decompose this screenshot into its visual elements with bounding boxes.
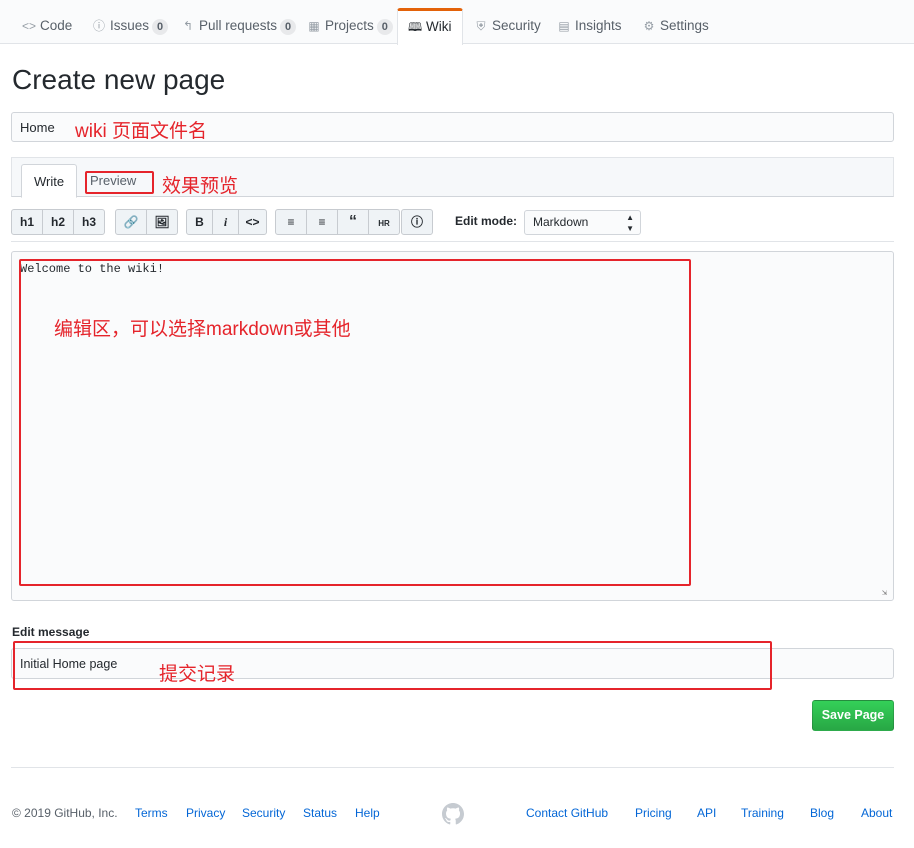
repo-nav: <> Code ⓘ Issues 0 ↰ Pull requests 0 ▦ Project… xyxy=(0,0,914,45)
footer-link-training[interactable]: Training xyxy=(741,806,784,820)
tab-projects-label: Projects xyxy=(325,18,374,33)
tab-write[interactable]: Write xyxy=(21,164,78,198)
save-page-button[interactable]: Save Page xyxy=(812,700,894,731)
edit-message-label: Edit message xyxy=(12,625,90,639)
footer-divider xyxy=(11,767,894,768)
tab-pull-requests-label: Pull requests xyxy=(199,18,278,33)
footer-copyright: © 2019 GitHub, Inc. xyxy=(12,806,118,820)
quote-button[interactable]: “ xyxy=(337,209,369,235)
footer-link-api[interactable]: API xyxy=(697,806,716,820)
footer-link-about[interactable]: About xyxy=(861,806,892,820)
edit-mode-label: Edit mode: xyxy=(455,214,517,228)
tab-insights-label: Insights xyxy=(575,18,622,33)
graph-icon: ▤ xyxy=(558,19,570,33)
unordered-list-button[interactable]: ≡ xyxy=(275,209,307,235)
footer-link-blog[interactable]: Blog xyxy=(810,806,834,820)
header-buttons: h1 h2 h3 xyxy=(11,209,105,235)
insert-buttons: 🔗 🖼 xyxy=(115,209,178,235)
projects-counter: 0 xyxy=(376,19,393,35)
code-button[interactable]: <> xyxy=(238,209,267,235)
horizontal-rule-icon: HR xyxy=(378,219,390,228)
image-button[interactable]: 🖼 xyxy=(146,209,178,235)
link-button[interactable]: 🔗 xyxy=(115,209,147,235)
tab-code[interactable]: <> Code xyxy=(12,8,82,44)
ordered-list-button[interactable]: ≡ xyxy=(306,209,338,235)
edit-mode-select[interactable]: Markdown ▲ ▼ xyxy=(524,210,641,235)
horizontal-rule-button[interactable]: HR xyxy=(368,209,400,235)
tab-wiki-label: Wiki xyxy=(426,19,452,34)
annotation-commit-box xyxy=(13,641,772,690)
footer-link-pricing[interactable]: Pricing xyxy=(635,806,672,820)
annotation-commit: 提交记录 xyxy=(159,664,236,685)
annotation-page-name: wiki 页面文件名 xyxy=(75,121,207,142)
pull-requests-counter: 0 xyxy=(280,19,297,35)
select-arrows-icon: ▲ ▼ xyxy=(626,213,634,233)
footer-link-status[interactable]: Status xyxy=(303,806,337,820)
tab-settings-label: Settings xyxy=(660,18,709,33)
annotation-preview-box xyxy=(85,171,154,194)
footer-link-security[interactable]: Security xyxy=(242,806,285,820)
bold-button[interactable]: B xyxy=(186,209,213,235)
tab-pull-requests[interactable]: ↰ Pull requests 0 xyxy=(171,8,306,44)
footer-link-contact[interactable]: Contact GitHub xyxy=(526,806,608,820)
footer-link-help[interactable]: Help xyxy=(355,806,380,820)
help-buttons: ⓘ xyxy=(401,209,433,235)
footer-link-terms[interactable]: Terms xyxy=(135,806,168,820)
italic-button[interactable]: i xyxy=(212,209,239,235)
h3-button[interactable]: h3 xyxy=(73,209,105,235)
annotation-editor-box xyxy=(19,259,691,586)
resize-grip-icon[interactable]: ⇲ xyxy=(882,589,891,598)
tab-settings[interactable]: ⚙ Settings xyxy=(632,8,719,44)
tab-wiki[interactable]: 🕮 Wiki xyxy=(397,8,463,45)
annotation-editor: 编辑区，可以选择markdown或其他 xyxy=(54,319,351,340)
project-icon: ▦ xyxy=(308,19,320,33)
question-icon: ⓘ xyxy=(410,215,423,229)
tab-security-label: Security xyxy=(492,18,541,33)
list-unordered-icon: ≡ xyxy=(287,215,295,229)
list-ordered-icon: ≡ xyxy=(318,215,326,229)
code-icon: <> xyxy=(22,19,37,33)
link-icon: 🔗 xyxy=(123,215,139,229)
format-buttons: B i <> xyxy=(186,209,267,235)
gear-icon: ⚙ xyxy=(643,19,655,33)
list-buttons: ≡ ≡ “ HR xyxy=(275,209,400,235)
tab-issues[interactable]: ⓘ Issues 0 xyxy=(82,8,178,44)
h2-button[interactable]: h2 xyxy=(42,209,74,235)
footer-link-privacy[interactable]: Privacy xyxy=(186,806,225,820)
edit-mode-value: Markdown xyxy=(533,215,589,229)
annotation-preview: 效果预览 xyxy=(162,176,239,197)
image-icon: 🖼 xyxy=(154,215,170,229)
book-icon: 🕮 xyxy=(408,20,423,34)
tab-issues-label: Issues xyxy=(110,18,150,33)
tab-projects[interactable]: ▦ Projects 0 xyxy=(297,8,403,44)
issues-counter: 0 xyxy=(152,19,169,35)
github-logo-icon[interactable] xyxy=(442,803,464,825)
shield-icon: ⛨ xyxy=(476,19,486,33)
quote-icon: “ xyxy=(349,213,357,230)
tab-code-label: Code xyxy=(40,18,73,33)
h1-button[interactable]: h1 xyxy=(11,209,43,235)
help-button[interactable]: ⓘ xyxy=(401,209,433,235)
issue-icon: ⓘ xyxy=(92,19,105,33)
tab-insights[interactable]: ▤ Insights xyxy=(547,8,632,44)
pull-request-icon: ↰ xyxy=(182,19,194,33)
toolbar-divider xyxy=(11,241,894,242)
page-title: Create new page xyxy=(12,64,226,95)
tab-security[interactable]: ⛨ Security xyxy=(464,8,551,44)
